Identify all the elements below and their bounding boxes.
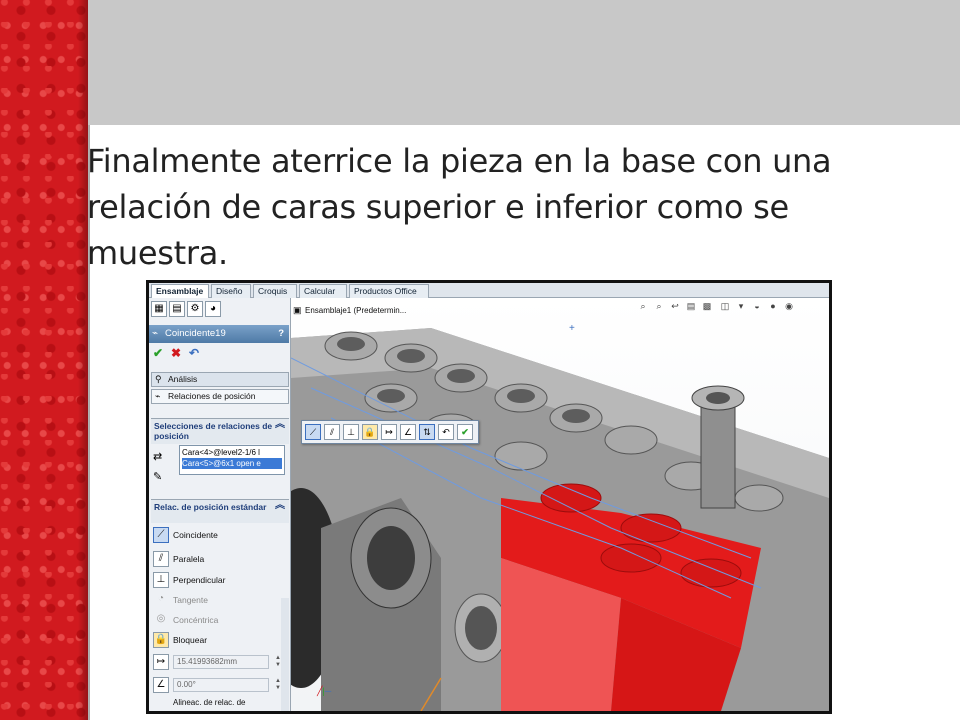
collapse-chevron-icon[interactable]: ︽ <box>275 501 285 511</box>
selection-item[interactable]: Cara<4>@level2-1/6 l <box>182 448 260 457</box>
tab-croquis[interactable]: Croquis <box>253 284 297 298</box>
ok-check-icon[interactable]: ✔ <box>151 346 165 360</box>
parallel-icon[interactable]: ⫽ <box>324 424 340 440</box>
mate-clip-icon: ⌁ <box>155 391 161 401</box>
hide-show-icon[interactable]: ▾ <box>735 300 747 312</box>
alignment-text: Alineac. de relac. de <box>173 698 246 707</box>
pin-hole <box>706 392 730 404</box>
previous-view-icon[interactable]: ↩ <box>669 300 681 312</box>
feature-title: Coincidente19 <box>165 328 226 339</box>
selection-item[interactable]: Cara<5>@6x1 open e <box>182 458 282 469</box>
alignment-label: Alineac. de relac. de <box>173 694 246 711</box>
undo-icon[interactable]: ↶ <box>187 346 201 360</box>
bullet-dot-icon <box>50 148 60 158</box>
feature-tree-flyout[interactable]: ▣ Ensamblaje1 (Predetermin... <box>293 305 407 315</box>
mate-clip-icon: ⌁ <box>152 328 159 339</box>
top-gray-band <box>88 0 960 125</box>
edit-appearance-icon[interactable]: ◒ <box>751 300 763 312</box>
triad-axes-icon: ╱|─ <box>317 686 332 696</box>
property-manager-icon[interactable]: ▤ <box>169 301 185 317</box>
tab-ensamblaje[interactable]: Ensamblaje <box>151 284 209 298</box>
front-cylinder-hole <box>367 526 415 590</box>
tab-relaciones[interactable]: ⌁ Relaciones de posición <box>151 389 289 404</box>
selections-group-header[interactable]: Selecciones de relaciones de posición ︽ <box>151 418 289 444</box>
assembly-icon: ▣ <box>293 305 302 315</box>
assembly-model-view <box>291 328 829 711</box>
parallel-icon: ⫽ <box>153 551 169 567</box>
mate-selections-list[interactable]: Cara<4>@level2-1/6 l Cara<5>@6x1 open e <box>179 445 285 475</box>
mate-label: Bloquear <box>173 635 208 645</box>
zoom-fit-icon[interactable]: ⌕ <box>637 300 649 312</box>
relations-tab-label: Relaciones de posición <box>168 391 256 401</box>
pin-shaft <box>700 397 736 509</box>
selections-header: Selecciones de relaciones de posición <box>154 421 273 441</box>
angle-input[interactable]: 0.00° <box>173 678 269 692</box>
zoom-area-icon[interactable]: ⌕ <box>653 300 665 312</box>
distance-icon: ↦ <box>153 654 169 670</box>
ok-check-icon[interactable]: ✔ <box>457 424 473 440</box>
help-button[interactable]: ? <box>278 325 284 343</box>
tab-calcular[interactable]: Calcular <box>299 284 347 298</box>
tab-analisis[interactable]: ⚲ Análisis <box>151 372 289 387</box>
section-view-icon[interactable]: ▤ <box>685 300 697 312</box>
feature-tree-icon[interactable]: ▦ <box>151 301 167 317</box>
tangent-icon: ◔ <box>157 593 165 604</box>
apply-scene-icon[interactable]: ● <box>767 300 779 312</box>
angle-icon[interactable]: ∠ <box>400 424 416 440</box>
analysis-icon: ⚲ <box>155 374 162 384</box>
distance-icon[interactable]: ↦ <box>381 424 397 440</box>
angle-icon: ∠ <box>153 677 169 693</box>
entity-select-icon: ⇄ <box>153 451 163 463</box>
mate-label: Tangente <box>173 595 208 605</box>
collapse-chevron-icon[interactable]: ︽ <box>275 420 285 430</box>
mate-label: Perpendicular <box>173 575 226 585</box>
perpendicular-icon[interactable]: ⊥ <box>343 424 359 440</box>
coincident-icon: ⟋ <box>153 527 169 543</box>
undo-icon[interactable]: ↶ <box>438 424 454 440</box>
cancel-x-icon[interactable]: ✖ <box>169 346 183 360</box>
crosshair-icon: + <box>569 323 575 334</box>
mate-context-toolbar: ⟋ ⫽ ⊥ 🔒 ↦ ∠ ⇅ ↶ ✔ <box>301 420 479 444</box>
coincident-icon[interactable]: ⟋ <box>305 424 321 440</box>
panel-scrollbar[interactable] <box>281 598 289 711</box>
command-tabs: Ensamblaje Diseño Croquis Calcular Produ… <box>149 283 829 298</box>
feature-title-bar: ⌁ Coincidente19 ? <box>149 325 289 343</box>
graphics-viewport[interactable]: ▣ Ensamblaje1 (Predetermin... + ⌕ ⌕ ↩ ▤ … <box>291 298 829 711</box>
lock-icon: 🔒 <box>153 632 169 648</box>
view-settings-icon[interactable]: ◉ <box>783 300 795 312</box>
view-orientation-icon[interactable]: ▩ <box>701 300 713 312</box>
analysis-tab-label: Análisis <box>168 374 198 384</box>
mate-label: Concéntrica <box>173 615 219 625</box>
standard-mates-header: Relac. de posición estándar <box>154 502 267 512</box>
software-screenshot: Ensamblaje Diseño Croquis Calcular Produ… <box>146 280 832 714</box>
standard-mates-group-header[interactable]: Relac. de posición estándar ︽ <box>151 499 289 523</box>
distance-input[interactable]: 15.41993682mm <box>173 655 269 669</box>
bullet-text: Finalmente aterrice la pieza en la base … <box>87 142 832 272</box>
tree-label-text: Ensamblaje1 (Predetermin... <box>305 306 407 315</box>
flip-alignment-icon[interactable]: ⇅ <box>419 424 435 440</box>
mate-label: Coincidente <box>173 530 218 540</box>
concentric-icon: ◎ <box>156 613 166 624</box>
display-manager-icon[interactable]: ◕ <box>205 301 221 317</box>
tab-diseno[interactable]: Diseño <box>211 284 251 298</box>
property-manager-panel: ▦ ▤ ⚙ ◕ ⌁ Coincidente19 ? ✔ ✖ ↶ ⚲ Anális… <box>149 298 291 711</box>
paint-icon: ✎ <box>153 471 163 483</box>
lock-icon[interactable]: 🔒 <box>362 424 378 440</box>
config-manager-icon[interactable]: ⚙ <box>187 301 203 317</box>
perpendicular-icon: ⊥ <box>153 572 169 588</box>
display-style-icon[interactable]: ◫ <box>719 300 731 312</box>
mate-label: Paralela <box>173 554 205 564</box>
tab-productos-office[interactable]: Productos Office <box>349 284 429 298</box>
side-hole <box>465 606 497 650</box>
red-side-band <box>0 0 88 720</box>
